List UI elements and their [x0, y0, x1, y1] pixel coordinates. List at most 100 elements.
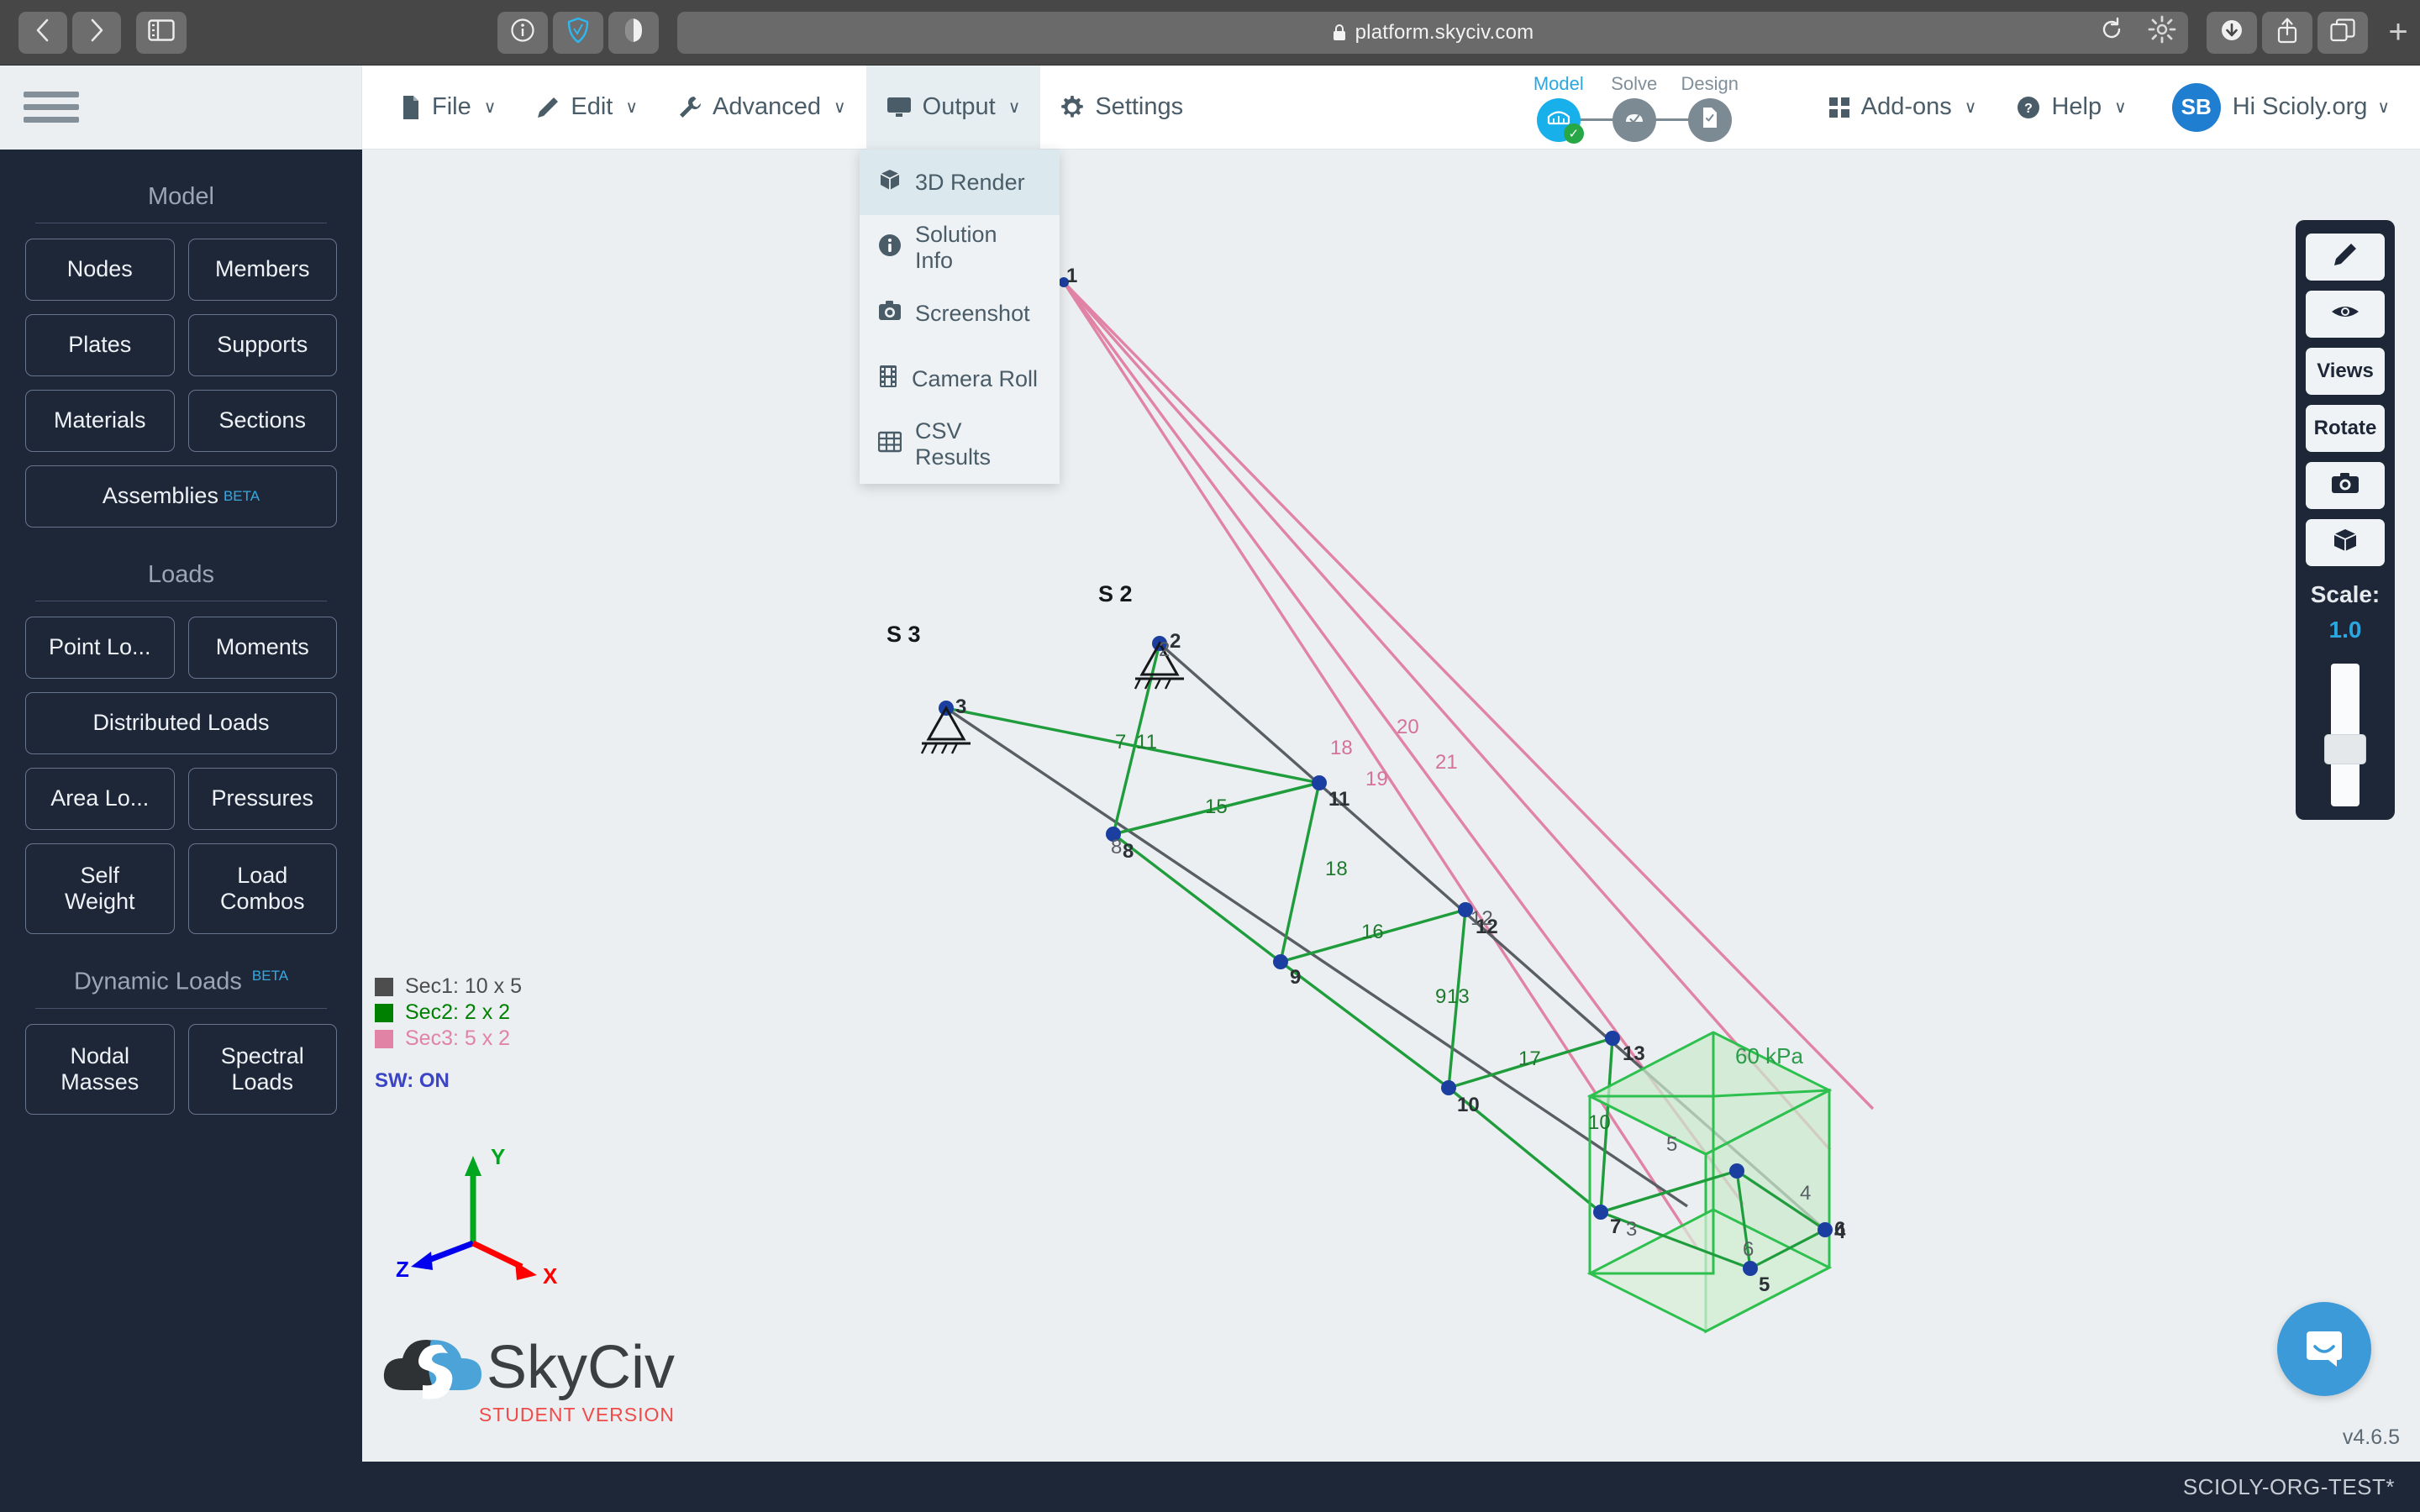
svg-text:Z: Z — [396, 1257, 409, 1282]
menu-output[interactable]: Output ∨ — [866, 66, 1041, 150]
skyciv-logo: SkyCiv STUDENT VERSION — [381, 1321, 675, 1426]
member-label-3: 3 — [1626, 1218, 1637, 1242]
user-menu[interactable]: SB Hi Scioly.org ∨ — [2172, 83, 2390, 132]
menu-help[interactable]: ? Help ∨ — [1996, 66, 2146, 150]
axis-y: Y — [465, 1144, 505, 1243]
table-icon — [878, 431, 902, 459]
sidebar-item-nodes[interactable]: Nodes — [25, 239, 175, 301]
sidebar-toggle-icon — [148, 19, 175, 45]
sidebar-item-load-combos[interactable]: Load Combos — [188, 843, 338, 934]
stage-solve-circle[interactable] — [1612, 98, 1656, 142]
share-button[interactable] — [2262, 12, 2312, 54]
forward-button[interactable] — [72, 12, 121, 54]
sidebar-item-materials[interactable]: Materials — [25, 390, 175, 452]
sidebar-item-sections[interactable]: Sections — [188, 390, 338, 452]
structure-3d-view — [362, 150, 2420, 1462]
reader-mode-button[interactable] — [608, 12, 659, 54]
hamburger-menu-icon[interactable] — [24, 92, 79, 123]
chevron-left-icon — [34, 18, 52, 47]
left-sidebar: Model Nodes Members Plates Supports Mate… — [0, 150, 362, 1512]
node-label-10: 10 — [1457, 1094, 1480, 1117]
legend-label: Sec1: 10 x 5 — [405, 974, 522, 999]
cube-icon — [2332, 528, 2359, 559]
sidebar-item-self-weight[interactable]: Self Weight — [25, 843, 175, 934]
intercom-chat-button[interactable] — [2277, 1302, 2371, 1396]
menu-item-screenshot[interactable]: Screenshot — [860, 281, 1060, 346]
sidebar-item-members[interactable]: Members — [188, 239, 338, 301]
member-label-13: 13 — [1447, 985, 1470, 1009]
browser-action-group — [2207, 12, 2368, 54]
sidebar-item-assemblies[interactable]: Assemblies BETA — [25, 465, 337, 528]
stage-model-label: Model — [1521, 73, 1597, 95]
back-button[interactable] — [18, 12, 67, 54]
support-label-s3: S 3 — [886, 622, 921, 648]
menu-item-solution-info[interactable]: Solution Info — [860, 215, 1060, 281]
tab-overview-icon — [2330, 18, 2355, 46]
info-button[interactable] — [497, 12, 548, 54]
menu-settings[interactable]: Settings — [1040, 66, 1203, 150]
wrench-icon — [678, 96, 702, 119]
stage-solve[interactable]: Solve — [1597, 73, 1672, 142]
menu-addons[interactable]: Add-ons ∨ — [1808, 66, 1997, 150]
rotate-button[interactable]: Rotate — [2306, 405, 2385, 452]
user-menu-label: Hi Scioly.org — [2233, 93, 2368, 121]
member-label-7: 7 — [1115, 731, 1126, 754]
viewport-tool-rail: Views Rotate Scale: 1.0 — [2296, 220, 2395, 820]
hamburger-zone[interactable] — [0, 66, 362, 150]
render-mode-button[interactable] — [2306, 519, 2385, 566]
model-canvas[interactable]: S 2 S 3 1 2 3 4 5 6 7 8 9 10 11 12 13 2 … — [362, 150, 2420, 1462]
camera-icon — [2331, 472, 2360, 500]
menu-file[interactable]: File ∨ — [381, 66, 516, 150]
sidebar-item-supports[interactable]: Supports — [188, 314, 338, 376]
new-tab-button[interactable]: + — [2376, 0, 2420, 66]
cube-icon — [878, 168, 902, 197]
axis-x: X — [473, 1243, 558, 1285]
chevron-down-icon: ∨ — [1008, 97, 1021, 118]
stage-design-circle[interactable] — [1688, 98, 1732, 142]
sidebar-item-spectral-loads[interactable]: Spectral Loads — [188, 1024, 338, 1115]
address-bar[interactable]: platform.skyciv.com — [677, 12, 2188, 54]
sidebar-item-nodal-masses[interactable]: Nodal Masses — [25, 1024, 175, 1115]
divider — [35, 1008, 327, 1009]
download-icon — [2219, 18, 2244, 47]
member-label-9: 9 — [1435, 985, 1446, 1009]
stage-design[interactable]: Design — [1672, 73, 1748, 142]
shield-button[interactable] — [553, 12, 603, 54]
sidebar-item-pressures[interactable]: Pressures — [188, 768, 338, 830]
legend-row: Sec2: 2 x 2 — [375, 1000, 522, 1025]
svg-text:Y: Y — [491, 1144, 505, 1169]
app-header: File ∨ Edit ∨ Advanced ∨ Output ∨ — [0, 66, 2420, 150]
edit-tool-button[interactable] — [2306, 234, 2385, 281]
url-text: platform.skyciv.com — [1355, 21, 1534, 45]
menu-edit[interactable]: Edit ∨ — [516, 66, 658, 150]
screenshot-tool-button[interactable] — [2306, 462, 2385, 509]
sidebar-item-plates[interactable]: Plates — [25, 314, 175, 376]
sidebar-item-point-loads[interactable]: Point Lo... — [25, 617, 175, 679]
scale-slider-thumb[interactable] — [2324, 734, 2366, 764]
sidebar-item-distributed-loads[interactable]: Distributed Loads — [25, 692, 337, 754]
sidebar-item-area-loads[interactable]: Area Lo... — [25, 768, 175, 830]
output-dropdown-menu[interactable]: 3D Render Solution Info Screenshot Camer… — [860, 150, 1060, 484]
skyciv-wordmark: SkyCiv — [487, 1333, 675, 1402]
stage-model-circle[interactable]: ✓ — [1537, 98, 1581, 142]
menu-item-csv-results[interactable]: CSV Results — [860, 412, 1060, 477]
chevron-down-icon: ∨ — [484, 97, 497, 118]
status-footer: SCIOLY-ORG-TEST* — [0, 1462, 2420, 1512]
chevron-right-icon — [87, 18, 106, 47]
visibility-tool-button[interactable] — [2306, 291, 2385, 338]
member-label-18b: 18 — [1330, 737, 1353, 760]
sidebar-toggle-button[interactable] — [136, 12, 187, 54]
tab-overview-button[interactable] — [2317, 12, 2368, 54]
views-button[interactable]: Views — [2306, 348, 2385, 395]
menu-advanced[interactable]: Advanced ∨ — [658, 66, 866, 150]
sidebar-item-moments[interactable]: Moments — [188, 617, 338, 679]
page-settings-icon[interactable] — [2148, 15, 2176, 50]
downloads-button[interactable] — [2207, 12, 2257, 54]
member-label-17: 17 — [1518, 1047, 1541, 1071]
menu-item-camera-roll[interactable]: Camera Roll — [860, 346, 1060, 412]
stage-model[interactable]: Model ✓ — [1521, 73, 1597, 142]
document-icon — [1701, 107, 1719, 133]
menu-item-3d-render[interactable]: 3D Render — [860, 150, 1060, 215]
scale-slider[interactable] — [2331, 664, 2360, 806]
reload-icon[interactable] — [2099, 17, 2124, 48]
